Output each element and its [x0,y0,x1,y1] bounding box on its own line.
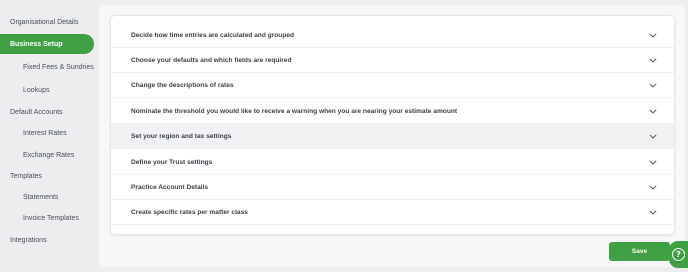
sidebar-item-default-accounts[interactable]: Default Accounts [10,102,63,122]
sidebar-item-invoice-templates[interactable]: Invoice Templates [23,208,79,228]
accordion-row-label: Nominate the threshold you would like to… [131,107,458,115]
sidebar-item-lookups[interactable]: Lookups [23,80,49,100]
sidebar-item-integrations[interactable]: Integrations [10,230,47,250]
accordion-row-matter-class-rates[interactable]: Create specific rates per matter class [111,200,674,225]
sidebar-item-label: Templates [10,172,42,180]
help-icon: ? [672,248,685,261]
sidebar-item-label: Interest Rates [23,129,67,137]
sidebar-item-organisational-details[interactable]: Organisational Details [10,12,78,32]
sidebar-item-label: Lookups [23,86,50,94]
sidebar-item-statements[interactable]: Statements [23,187,58,207]
sidebar-item-label: Business Setup [10,40,63,48]
save-button[interactable]: Save [609,242,670,261]
chevron-down-icon [648,207,658,217]
accordion-row-trust-settings[interactable]: Define your Trust settings [111,150,674,175]
chevron-down-icon [648,106,658,116]
settings-accordion: Decide how time entries are calculated a… [110,15,675,235]
accordion-row-defaults-required-fields[interactable]: Choose your defaults and which fields ar… [111,48,674,73]
accordion-row-estimate-threshold[interactable]: Nominate the threshold you would like to… [111,99,674,124]
accordion-row-rate-descriptions[interactable]: Change the descriptions of rates [111,73,674,98]
chevron-down-icon [648,157,658,167]
chevron-down-icon [648,80,658,90]
chevron-down-icon [648,182,658,192]
settings-sidebar: Organisational Details Business Setup Fi… [0,0,96,272]
sidebar-item-templates[interactable]: Templates [10,166,42,186]
chevron-down-icon [648,30,658,40]
accordion-row-practice-account[interactable]: Practice Account Details [111,175,674,200]
accordion-row-label: Choose your defaults and which fields ar… [131,56,292,64]
sidebar-item-exchange-rates[interactable]: Exchange Rates [23,145,74,165]
chevron-down-icon [648,131,658,141]
accordion-row-label: Decide how time entries are calculated a… [131,31,295,39]
accordion-row-label: Set your region and tax settings [131,132,232,140]
accordion-row-region-tax[interactable]: Set your region and tax settings [111,124,674,149]
sidebar-item-label: Default Accounts [10,108,63,116]
accordion-row-label: Define your Trust settings [131,158,213,166]
sidebar-item-label: Invoice Templates [23,214,79,222]
accordion-row-label: Practice Account Details [131,183,209,191]
sidebar-item-label: Exchange Rates [23,151,75,159]
sidebar-item-interest-rates[interactable]: Interest Rates [23,123,67,143]
help-button[interactable]: ? [669,241,688,268]
accordion-row-label: Change the descriptions of rates [131,81,234,89]
sidebar-item-label: Organisational Details [10,18,79,26]
sidebar-item-label: Fixed Fees & Sundries [23,63,94,71]
accordion-row-time-entries[interactable]: Decide how time entries are calculated a… [111,23,674,48]
accordion-row-label: Create specific rates per matter class [131,208,248,216]
sidebar-item-fixed-fees-sundries[interactable]: Fixed Fees & Sundries [23,57,94,77]
chevron-down-icon [648,55,658,65]
sidebar-item-business-setup[interactable]: Business Setup [0,34,94,54]
sidebar-item-label: Statements [23,193,59,201]
sidebar-item-label: Integrations [10,236,47,244]
